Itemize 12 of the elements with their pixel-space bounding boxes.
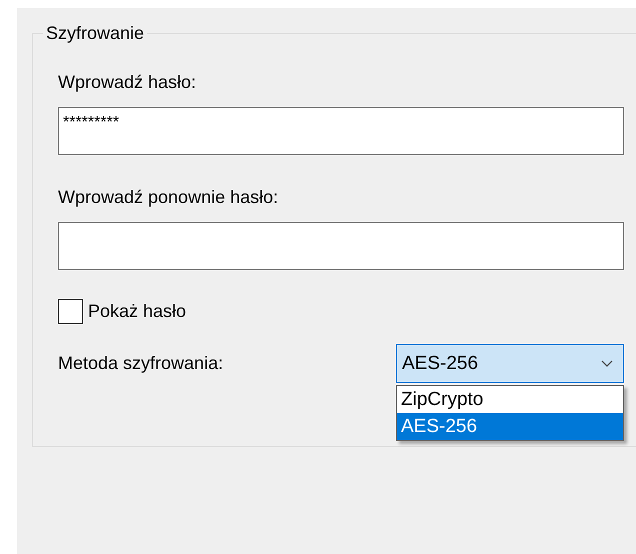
confirm-password-label: Wprowadź ponownie hasło:	[58, 187, 278, 208]
encryption-method-label: Metoda szyfrowania:	[58, 353, 224, 374]
dropdown-option[interactable]: ZipCrypto	[397, 386, 623, 413]
chevron-down-icon	[601, 360, 613, 367]
show-password-label: Pokaż hasło	[88, 301, 186, 322]
group-title: Szyfrowanie	[43, 23, 148, 44]
password-field[interactable]: *********	[58, 107, 624, 155]
show-password-checkbox[interactable]	[58, 299, 83, 324]
encryption-method-dropdown[interactable]: AES-256	[396, 344, 624, 383]
confirm-password-field[interactable]	[58, 222, 624, 270]
password-label: Wprowadź hasło:	[58, 72, 196, 93]
dropdown-option[interactable]: AES-256	[397, 413, 623, 440]
